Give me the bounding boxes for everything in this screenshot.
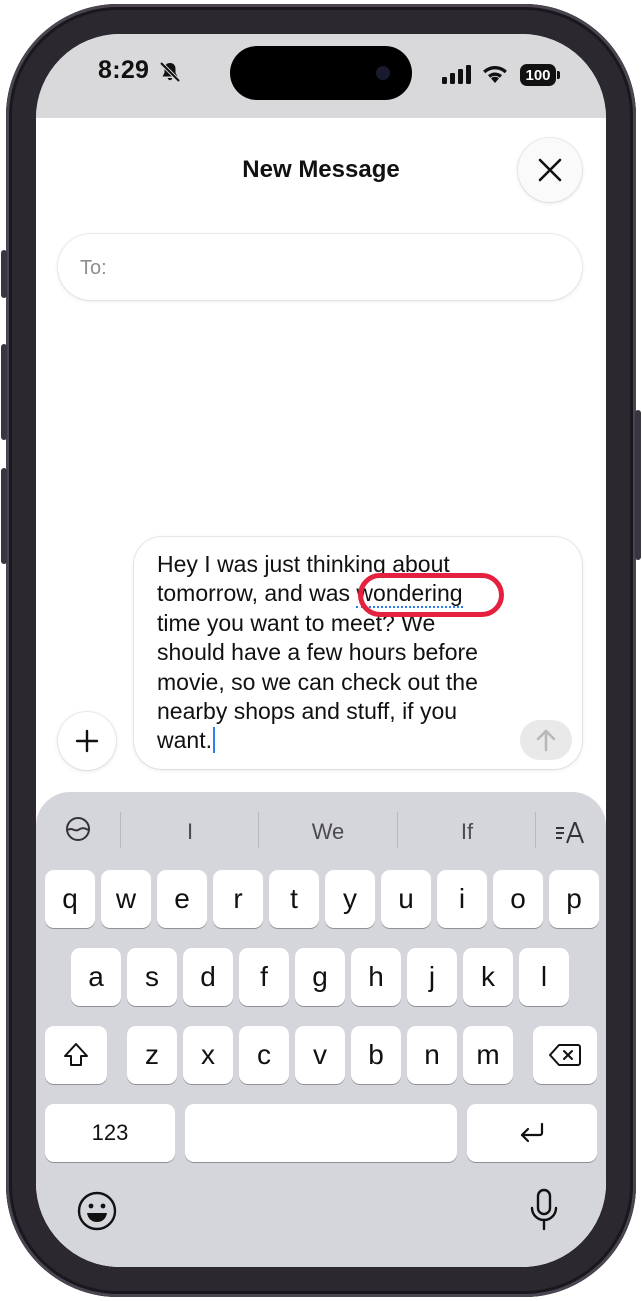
key-n[interactable]: n xyxy=(407,1026,457,1084)
message-line-start: tomorrow, and was xyxy=(157,580,357,607)
key-y[interactable]: y xyxy=(325,870,375,928)
key-m[interactable]: m xyxy=(463,1026,513,1084)
arrow-up-icon xyxy=(536,729,556,752)
key-b[interactable]: b xyxy=(351,1026,401,1084)
silent-bell-icon xyxy=(158,60,182,89)
volume-down-button xyxy=(1,468,7,564)
key-h[interactable]: h xyxy=(351,948,401,1006)
wifi-icon xyxy=(480,61,510,90)
message-line-end: want. xyxy=(157,727,212,754)
close-icon xyxy=(538,158,562,182)
key-j[interactable]: j xyxy=(407,948,457,1006)
key-v[interactable]: v xyxy=(295,1026,345,1084)
suggestion-item[interactable]: If xyxy=(399,819,535,845)
delete-key[interactable] xyxy=(533,1026,597,1084)
key-k[interactable]: k xyxy=(463,948,513,1006)
key-g[interactable]: g xyxy=(295,948,345,1006)
suggestion-item[interactable]: I xyxy=(122,819,258,845)
key-a[interactable]: a xyxy=(71,948,121,1006)
add-attachment-button[interactable] xyxy=(58,712,116,770)
suggestion-divider xyxy=(397,812,398,848)
key-f[interactable]: f xyxy=(239,948,289,1006)
key-w[interactable]: w xyxy=(101,870,151,928)
cellular-signal-icon xyxy=(442,64,472,89)
key-p[interactable]: p xyxy=(549,870,599,928)
plus-icon xyxy=(75,729,99,753)
key-z[interactable]: z xyxy=(127,1026,177,1084)
volume-up-button xyxy=(1,344,7,440)
key-t[interactable]: t xyxy=(269,870,319,928)
key-e[interactable]: e xyxy=(157,870,207,928)
shift-key[interactable] xyxy=(45,1026,107,1084)
send-button[interactable] xyxy=(520,720,572,760)
highlight-ring xyxy=(358,573,504,617)
to-label: To: xyxy=(80,257,107,279)
suggestion-item[interactable]: We xyxy=(260,819,396,845)
power-button xyxy=(635,410,641,560)
delete-icon xyxy=(549,1044,581,1066)
return-key[interactable] xyxy=(467,1104,597,1162)
key-o[interactable]: o xyxy=(493,870,543,928)
suggestion-divider xyxy=(120,812,121,848)
status-time: 8:29 xyxy=(98,56,150,84)
suggestion-divider xyxy=(535,812,536,848)
battery-indicator: 100 xyxy=(520,64,556,86)
battery-tip xyxy=(557,71,560,79)
screen: 8:29 100 New Message To: Hey I was just … xyxy=(36,34,606,1267)
numbers-key[interactable]: 123 xyxy=(45,1104,175,1162)
key-r[interactable]: r xyxy=(213,870,263,928)
message-line: want. xyxy=(157,726,527,755)
message-line: nearby shops and stuff, if you xyxy=(157,698,458,725)
key-s[interactable]: s xyxy=(127,948,177,1006)
text-format-icon[interactable] xyxy=(554,820,586,851)
shift-icon xyxy=(64,1043,88,1066)
key-i[interactable]: i xyxy=(437,870,487,928)
key-q[interactable]: q xyxy=(45,870,95,928)
space-key[interactable] xyxy=(185,1104,457,1162)
camera-icon xyxy=(376,66,390,80)
key-u[interactable]: u xyxy=(381,870,431,928)
message-line: should have a few hours before xyxy=(157,639,478,666)
to-field[interactable] xyxy=(58,234,582,300)
action-button xyxy=(1,250,7,298)
key-d[interactable]: d xyxy=(183,948,233,1006)
text-cursor xyxy=(212,727,215,754)
microphone-icon[interactable] xyxy=(528,1188,560,1237)
key-c[interactable]: c xyxy=(239,1026,289,1084)
key-x[interactable]: x xyxy=(183,1026,233,1084)
key-l[interactable]: l xyxy=(519,948,569,1006)
close-button[interactable] xyxy=(518,138,582,202)
emoji-icon[interactable] xyxy=(76,1190,118,1237)
return-icon xyxy=(520,1122,544,1143)
message-line: movie, so we can check out the xyxy=(157,668,478,695)
writing-tools-icon[interactable] xyxy=(64,815,92,848)
suggestion-divider xyxy=(258,812,259,848)
